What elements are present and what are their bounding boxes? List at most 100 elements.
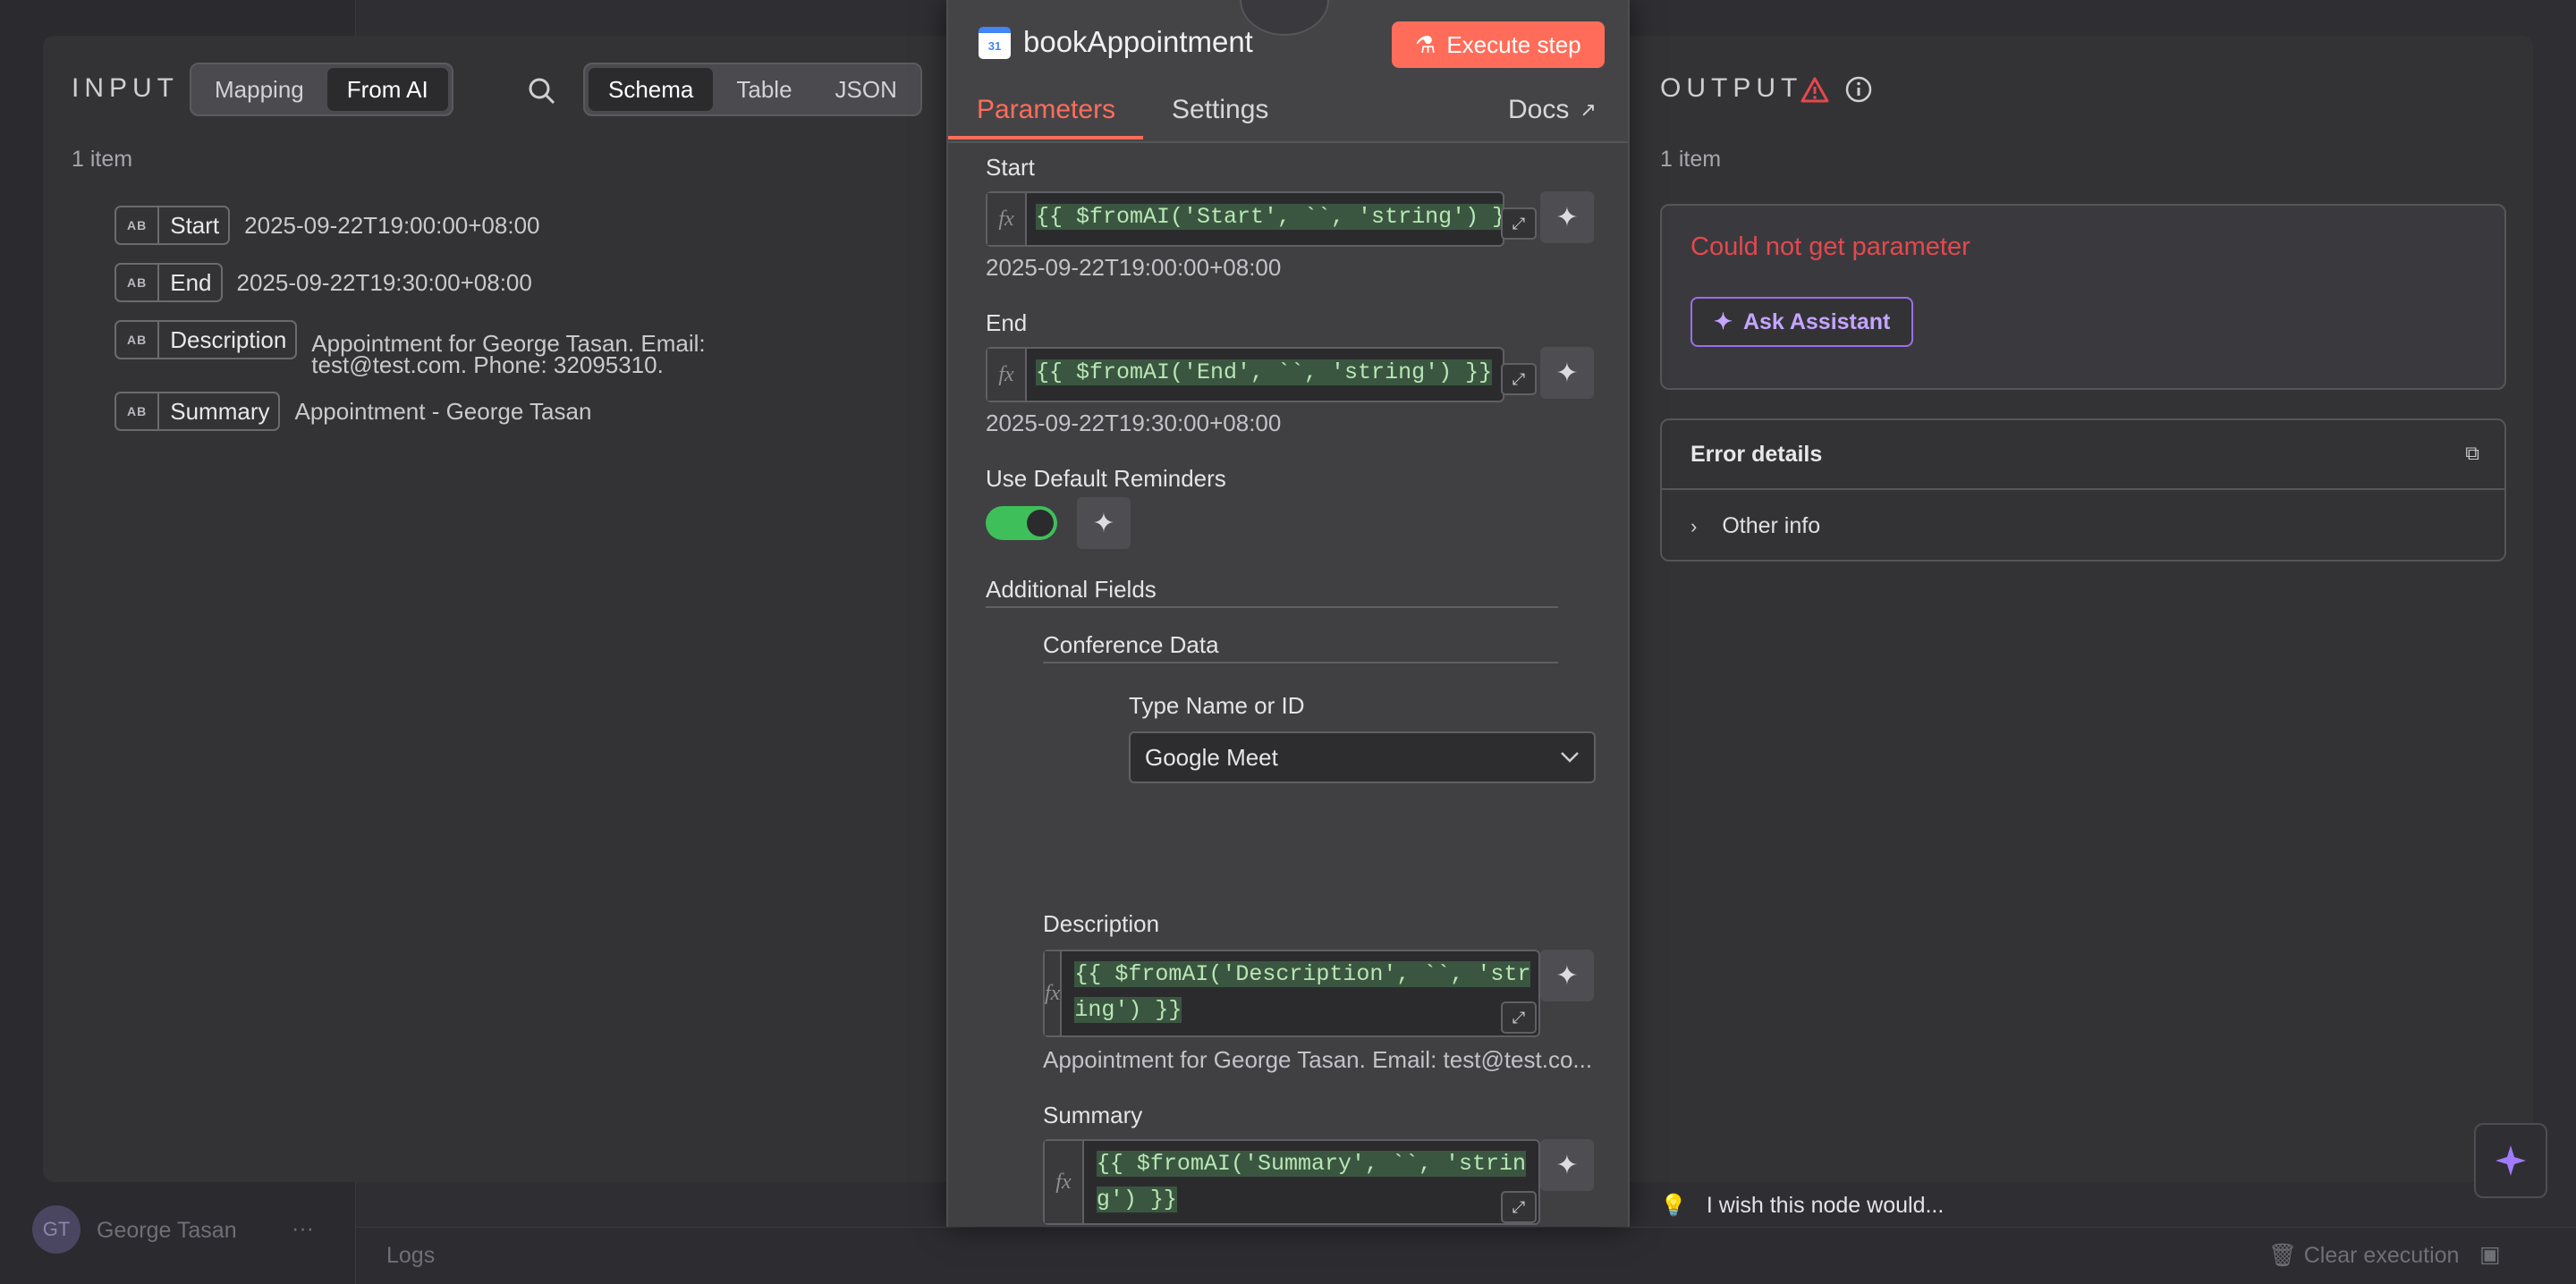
error-box: Could not get parameter ✦ Ask Assistant xyxy=(1660,204,2506,390)
error-details-box: Error details ⧉ › Other info xyxy=(1660,418,2506,562)
output-title: OUTPUT xyxy=(1660,73,1803,103)
type-name-label: Type Name or ID xyxy=(1129,692,1305,719)
logs-label[interactable]: Logs xyxy=(386,1243,435,1269)
trash-icon: 🗑 xyxy=(2268,1243,2297,1268)
clear-execution-label: Clear execution xyxy=(2303,1243,2460,1268)
field-chip-description[interactable]: AB Description xyxy=(114,320,298,359)
from-ai-button[interactable]: ✦ xyxy=(1540,191,1594,243)
description-expression-line: ing') }} xyxy=(1074,997,1182,1023)
expand-icon[interactable]: ⤢ xyxy=(1501,207,1537,240)
node-title[interactable]: bookAppointment xyxy=(1023,25,1253,59)
additional-fields-heading: Additional Fields xyxy=(986,576,1558,608)
string-type-icon: AB xyxy=(116,207,160,243)
from-ai-button[interactable]: ✦ xyxy=(1540,347,1594,399)
from-ai-button[interactable]: ✦ xyxy=(1540,1139,1594,1191)
from-ai-button[interactable]: ✦ xyxy=(1540,950,1594,1001)
agent-node-handle xyxy=(1240,0,1329,36)
google-calendar-icon: 31 xyxy=(979,27,1011,59)
active-tab-indicator xyxy=(948,136,1143,139)
use-default-reminders-label: Use Default Reminders xyxy=(986,465,1226,492)
description-label: Description xyxy=(1043,910,1160,937)
view-json[interactable]: JSON xyxy=(816,68,917,111)
user-name: George Tasan xyxy=(97,1218,237,1243)
sparkle-icon xyxy=(2496,1145,2526,1176)
summary-expression-line: {{ $fromAI('Summary', ``, 'strin xyxy=(1096,1151,1526,1177)
input-item-count: 1 item xyxy=(72,147,133,172)
execute-step-button[interactable]: ⚗ Execute step xyxy=(1392,21,1605,68)
field-name: End xyxy=(170,268,212,296)
sparkle-icon: ✦ xyxy=(1714,309,1733,334)
mode-mapping[interactable]: Mapping xyxy=(195,68,324,111)
fx-icon: fx xyxy=(987,193,1027,245)
collapse-icon[interactable]: ▣ xyxy=(2479,1241,2501,1268)
end-label: End xyxy=(986,309,1028,336)
schema-row: AB End 2025-09-22T19:30:00+08:00 xyxy=(114,263,532,302)
error-message: Could not get parameter xyxy=(1690,232,1970,261)
divider xyxy=(1662,488,2504,490)
type-name-select[interactable]: Google Meet xyxy=(1129,731,1596,783)
end-expression-input[interactable]: fx {{ $fromAI('End', ``, 'string') }} xyxy=(986,347,1504,402)
type-name-value: Google Meet xyxy=(1145,743,1278,771)
description-expression-line: {{ $fromAI('Description', ``, 'str xyxy=(1074,961,1531,987)
chevron-right-icon: › xyxy=(1690,514,1698,537)
expand-icon[interactable]: ⤢ xyxy=(1501,1191,1537,1223)
output-panel: OUTPUT 1 item Could not get parameter ✦ … xyxy=(1630,36,2533,1182)
field-chip-start[interactable]: AB Start xyxy=(114,206,231,245)
start-expression-input[interactable]: fx {{ $fromAI('Start', ``, 'string') }} xyxy=(986,191,1504,247)
field-name: Summary xyxy=(170,397,270,425)
input-title: INPUT xyxy=(72,73,179,103)
field-value: 2025-09-22T19:30:00+08:00 xyxy=(236,269,532,296)
schema-row: AB Start 2025-09-22T19:00:00+08:00 xyxy=(114,206,540,245)
expand-icon[interactable]: ⤢ xyxy=(1501,363,1537,395)
ai-assistant-fab[interactable] xyxy=(2474,1123,2547,1198)
description-result: Appointment for George Tasan. Email: tes… xyxy=(1043,1046,1593,1073)
node-header: 31 bookAppointment ⚗ Execute step Parame… xyxy=(948,0,1628,143)
ask-assistant-button[interactable]: ✦ Ask Assistant xyxy=(1690,297,1914,347)
feedback-label: I wish this node would... xyxy=(1706,1193,1945,1218)
description-expression-input[interactable]: fx {{ $fromAI('Description', ``, 'str in… xyxy=(1043,950,1540,1037)
copy-icon[interactable]: ⧉ xyxy=(2465,442,2479,465)
output-item-count: 1 item xyxy=(1660,147,1722,172)
chevron-down-icon xyxy=(1561,752,1579,763)
clear-execution-button[interactable]: 🗑 Clear execution xyxy=(2268,1243,2459,1269)
user-menu-icon[interactable]: ··· xyxy=(292,1216,314,1242)
input-mode-toggle: Mapping From AI xyxy=(190,63,453,116)
start-result: 2025-09-22T19:00:00+08:00 xyxy=(986,254,1282,281)
use-default-reminders-toggle[interactable] xyxy=(986,506,1057,540)
summary-expression-input[interactable]: fx {{ $fromAI('Summary', ``, 'strin g') … xyxy=(1043,1139,1540,1225)
logs-bar xyxy=(356,1227,2576,1284)
other-info-toggle[interactable]: › Other info xyxy=(1690,513,1820,539)
view-schema[interactable]: Schema xyxy=(589,68,714,111)
schema-row: AB Summary Appointment - George Tasan xyxy=(114,392,591,431)
search-icon[interactable] xyxy=(526,75,558,107)
field-value: Appointment for George Tasan. Email: tes… xyxy=(311,330,706,378)
end-expression: {{ $fromAI('End', ``, 'string') }} xyxy=(1036,359,1493,385)
field-value: 2025-09-22T19:00:00+08:00 xyxy=(244,212,540,239)
execute-step-label: Execute step xyxy=(1446,30,1581,58)
field-chip-end[interactable]: AB End xyxy=(114,263,223,302)
view-table[interactable]: Table xyxy=(716,68,811,111)
flask-icon: ⚗ xyxy=(1415,30,1436,58)
string-type-icon: AB xyxy=(116,265,160,300)
user-avatar[interactable]: GT xyxy=(32,1205,80,1254)
field-value: Appointment - George Tasan xyxy=(294,398,592,425)
docs-link[interactable]: Docs ↗ xyxy=(1508,95,1597,125)
feedback-link[interactable]: 💡 I wish this node would... xyxy=(1660,1193,1944,1219)
warning-icon xyxy=(1800,75,1830,106)
error-details-title: Error details xyxy=(1690,442,1823,467)
docs-label: Docs xyxy=(1508,95,1570,124)
string-type-icon: AB xyxy=(116,322,160,358)
field-chip-summary[interactable]: AB Summary xyxy=(114,392,281,431)
end-result: 2025-09-22T19:30:00+08:00 xyxy=(986,410,1282,436)
start-expression: {{ $fromAI('Start', ``, 'string') }} xyxy=(1036,204,1503,230)
tab-parameters[interactable]: Parameters xyxy=(977,95,1115,125)
tab-settings[interactable]: Settings xyxy=(1172,95,1268,125)
fx-icon: fx xyxy=(987,349,1027,401)
other-info-label: Other info xyxy=(1722,513,1821,538)
input-panel: INPUT Mapping From AI Schema Table JSON … xyxy=(43,36,946,1182)
expand-icon[interactable]: ⤢ xyxy=(1501,1001,1537,1034)
mode-from-ai[interactable]: From AI xyxy=(326,68,448,111)
field-name: Description xyxy=(170,325,287,353)
from-ai-button[interactable]: ✦ xyxy=(1077,497,1131,549)
info-icon[interactable] xyxy=(1844,75,1873,104)
